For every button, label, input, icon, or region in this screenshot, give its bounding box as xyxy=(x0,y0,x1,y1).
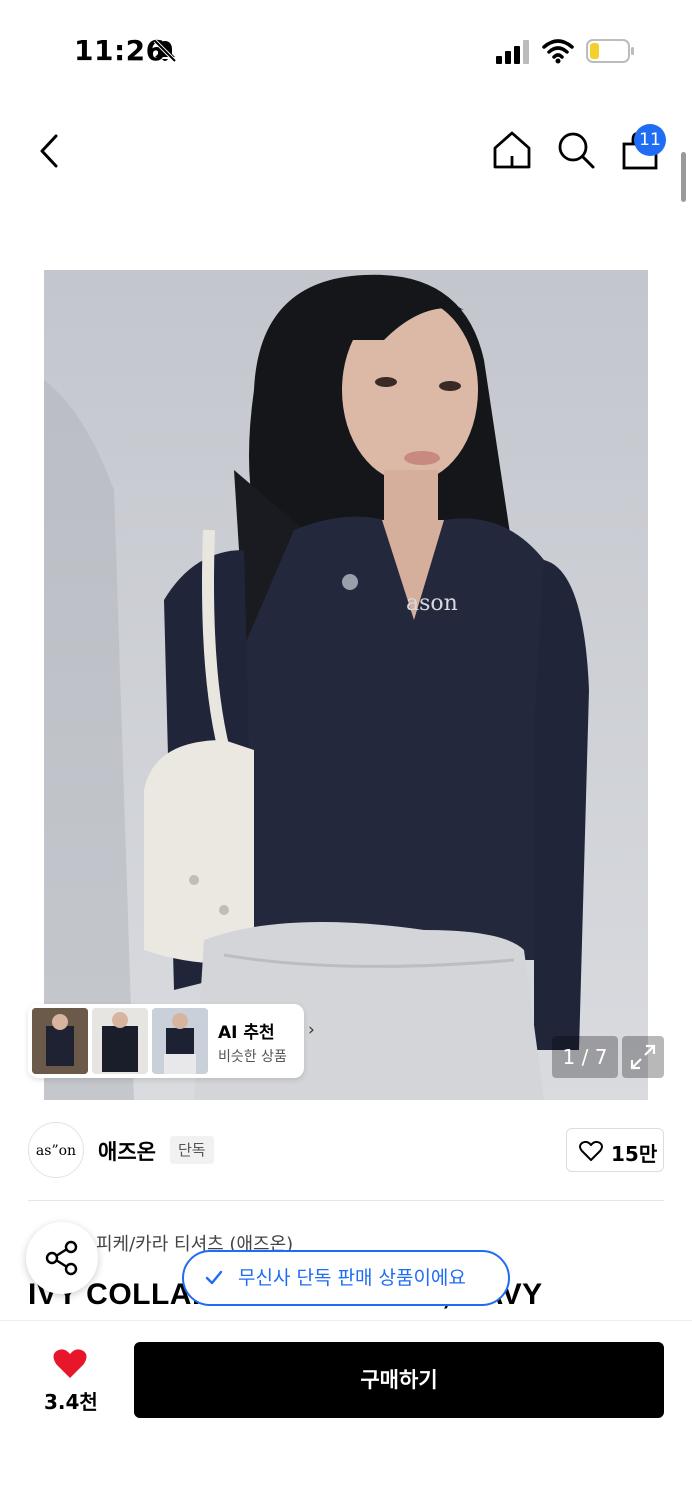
share-icon xyxy=(45,1240,78,1276)
wishlist-count: 3.4천 xyxy=(44,1390,98,1414)
similar-item-thumbnail[interactable] xyxy=(32,1008,88,1074)
bell-muted-icon xyxy=(153,39,177,63)
exclusive-notice-pill: 무신사 단독 판매 상품이에요 xyxy=(182,1250,510,1306)
similar-item-thumbnail[interactable] xyxy=(92,1008,148,1074)
battery-icon xyxy=(586,39,634,63)
status-bar: 11:26 xyxy=(0,0,692,100)
heart-filled-icon xyxy=(53,1349,87,1378)
share-button[interactable] xyxy=(26,1222,98,1294)
ai-recommend-subtitle: 비슷한 상품 xyxy=(218,1049,287,1065)
ai-recommend-card[interactable]: AI 추천 › 비슷한 상품 xyxy=(28,1004,315,1078)
chevron-right-icon: › xyxy=(308,1020,315,1040)
buy-button[interactable]: 구매하기 xyxy=(134,1342,664,1418)
svg-text:ason: ason xyxy=(406,591,458,616)
similar-item-thumbnail[interactable] xyxy=(152,1008,208,1074)
top-nav xyxy=(0,110,692,190)
heart-outline-icon xyxy=(579,1140,603,1161)
back-arrow-icon[interactable] xyxy=(34,132,66,170)
image-counter: 1 / 7 xyxy=(552,1036,618,1078)
brand-like-count: 15만 xyxy=(611,1142,658,1166)
cellular-signal-icon xyxy=(496,40,529,64)
check-icon xyxy=(205,1270,223,1285)
home-icon[interactable] xyxy=(492,130,532,170)
cart-count-badge: 11 xyxy=(634,124,666,156)
expand-icon xyxy=(630,1044,656,1070)
fullscreen-button[interactable] xyxy=(622,1036,664,1078)
search-icon[interactable] xyxy=(556,130,596,170)
wifi-icon xyxy=(542,39,574,64)
brand-logo[interactable]: as”on xyxy=(28,1122,84,1178)
scrollbar[interactable] xyxy=(681,152,686,202)
divider xyxy=(28,1200,664,1201)
brand-name[interactable]: 애즈온 xyxy=(98,1136,156,1166)
exclusive-tag: 단독 xyxy=(170,1136,214,1164)
product-image[interactable]: ason xyxy=(44,270,648,1100)
exclusive-notice-text: 무신사 단독 판매 상품이에요 xyxy=(238,1267,466,1289)
ai-recommend-title: AI 추천 xyxy=(218,1023,275,1043)
model-photo: ason xyxy=(44,270,648,1100)
brand-like-button[interactable]: 15만 xyxy=(566,1128,664,1172)
